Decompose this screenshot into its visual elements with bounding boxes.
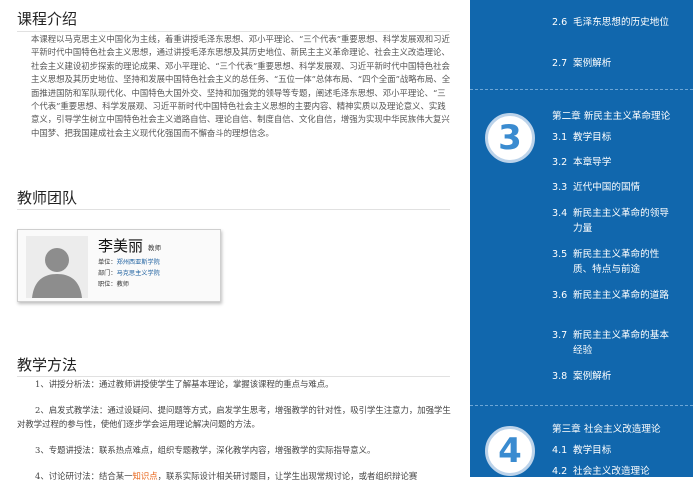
chapter-divider xyxy=(470,89,693,90)
chapter-4-badge: 4 xyxy=(485,426,535,476)
item-number: 3.1 xyxy=(552,132,568,143)
method-text-4: 4、讨论研讨法：结合某一知识点，联系实际设计相关研讨题目，让学生出现常规讨论，或… xyxy=(17,469,452,483)
default-avatar-icon xyxy=(26,236,88,298)
item-number: 2.7 xyxy=(552,58,568,69)
unit-value: 郑州西亚斯学院 xyxy=(116,259,160,266)
item-label: 案例解析 xyxy=(573,371,612,382)
divider xyxy=(17,31,450,32)
method-text: 1、讲授分析法：通过教师讲授使学生了解基本理论，掌握该课程的重点与难点。 xyxy=(35,379,334,389)
item-label: 新民主主义革命的性质、特点与前途 xyxy=(573,249,660,275)
method-item: 3、专题讲授法：联系热点难点，组织专题教学，深化教学内容，增强教学的实际指导意义… xyxy=(17,443,452,457)
title-label: 职位： xyxy=(98,281,117,288)
divider xyxy=(17,209,450,210)
teacher-title: 职位：教师 xyxy=(98,279,129,288)
item-number: 2.6 xyxy=(552,17,568,28)
method-text: 2、启发式教学法：通过设疑问、提问题等方式，启发学生思考，增强教学的针对性，吸引… xyxy=(17,405,451,429)
method-4-end: ，联系实际设计相关研讨题目，让学生出现常规讨论，或者组织辩论赛 xyxy=(157,471,418,481)
item-label: 教学目标 xyxy=(573,445,612,456)
item-number: 3.4 xyxy=(552,208,568,219)
intro-text: 本课程以马克思主义中国化为主线，着重讲授毛泽东思想、邓小平理论、“三个代表”重要… xyxy=(31,33,451,140)
teacher-role: 教师 xyxy=(148,244,161,252)
method-item: 1、讲授分析法：通过教师讲授使学生了解基本理论，掌握该课程的重点与难点。 xyxy=(17,377,452,391)
methods-title: 教学方法 xyxy=(17,356,78,374)
item-label: 教学目标 xyxy=(573,132,612,143)
knowledge-point-link[interactable]: 知识点 xyxy=(132,471,157,481)
dept-label: 部门： xyxy=(98,270,117,277)
item-number: 3.3 xyxy=(552,182,568,193)
unit-label: 单位： xyxy=(98,259,117,266)
dept-value: 马克思主义学院 xyxy=(116,270,160,277)
item-label: 案例解析 xyxy=(573,58,612,69)
team-title: 教师团队 xyxy=(17,189,78,207)
item-number: 3.6 xyxy=(552,290,568,301)
item-label: 近代中国的国情 xyxy=(573,182,641,193)
chapter-4-title[interactable]: 第三章 社会主义改造理论 xyxy=(552,421,661,435)
item-label: 本章导学 xyxy=(573,157,612,168)
method-text: 3、专题讲授法：联系热点难点，组织专题教学，深化教学内容，增强教学的实际指导意义… xyxy=(35,445,376,455)
item-number: 3.5 xyxy=(552,249,568,260)
chapter-3-title[interactable]: 第二章 新民主主义革命理论 xyxy=(552,108,670,122)
item-number: 3.8 xyxy=(552,371,568,382)
item-label: 新民主主义革命的基本经验 xyxy=(573,330,669,356)
method-item: 2、启发式教学法：通过设疑问、提问题等方式，启发学生思考，增强教学的针对性，吸引… xyxy=(17,403,452,431)
item-number: 3.2 xyxy=(552,157,568,168)
teacher-card[interactable]: 李美丽 教师 单位：郑州西亚斯学院 部门：马克思主义学院 职位：教师 xyxy=(17,229,221,302)
teacher-unit: 单位：郑州西亚斯学院 xyxy=(98,257,160,266)
course-content: 课程介绍 本课程以马克思主义中国化为主线，着重讲授毛泽东思想、邓小平理论、“三个… xyxy=(0,0,470,481)
chapter-divider xyxy=(470,405,693,406)
teacher-dept: 部门：马克思主义学院 xyxy=(98,268,160,277)
item-label: 新民主主义革命的领导力量 xyxy=(573,208,669,234)
method-item: 4、讨论研讨法：结合某一知识点，联系实际设计相关研讨题目，让学生出现常规讨论，或… xyxy=(17,469,452,483)
title-value: 教师 xyxy=(116,281,129,288)
item-number: 3.7 xyxy=(552,330,568,341)
avatar xyxy=(26,236,88,298)
item-label: 毛泽东思想的历史地位 xyxy=(573,17,669,28)
method-4-start: 4、讨论研讨法：结合某一 xyxy=(35,471,133,481)
intro-title: 课程介绍 xyxy=(17,10,78,28)
teacher-name[interactable]: 李美丽 xyxy=(98,235,143,256)
item-number: 4.1 xyxy=(552,445,568,456)
intro-paragraph: 本课程以马克思主义中国化为主线，着重讲授毛泽东思想、邓小平理论、“三个代表”重要… xyxy=(31,34,451,138)
chapter-3-badge: 3 xyxy=(485,113,535,163)
chapter-sidebar: 2.6 毛泽东思想的历史地位 2.7 案例解析 3 第二章 新民主主义革命理论 … xyxy=(470,0,693,477)
item-label: 新民主主义革命的道路 xyxy=(573,290,669,301)
